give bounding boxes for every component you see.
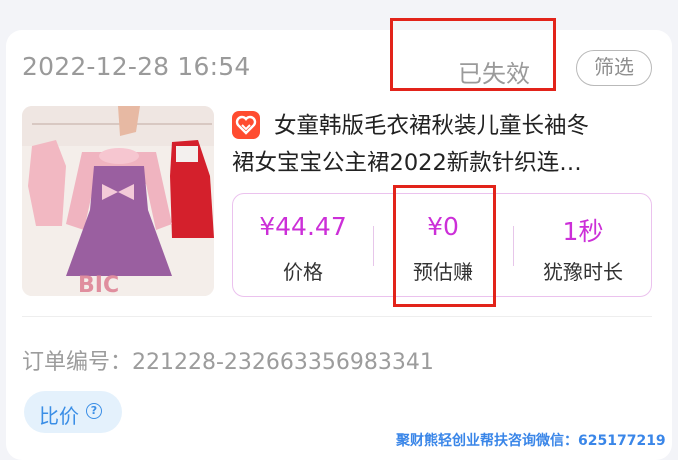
order-number: 订单编号：221228-232663356983341 (22, 350, 434, 375)
stat-hesitation-value: 1秒 (562, 217, 604, 246)
product-title-line-2: 裙女宝宝公主裙2022新款针织连… (232, 150, 582, 176)
filter-button[interactable]: 筛选 (576, 50, 652, 86)
compare-price-label: 比价 (39, 404, 79, 428)
svg-text:BIC: BIC (78, 273, 119, 296)
stat-price: ¥44.47 价格 (233, 194, 373, 298)
stat-price-value: ¥44.47 (259, 212, 347, 241)
stat-hesitation-time: 1秒 犹豫时长 (513, 194, 653, 298)
status-highlight-box (390, 18, 556, 91)
compare-price-button[interactable]: 比价 ? (24, 391, 122, 433)
product-title[interactable]: 女童韩版毛衣裙秋装儿童长袖冬 裙女宝宝公主裙2022新款针织连… (232, 108, 652, 182)
stat-price-label: 价格 (283, 260, 323, 284)
question-circle-icon[interactable]: ? (86, 403, 102, 419)
product-title-line-1: 女童韩版毛衣裙秋装儿童长袖冬 (274, 113, 590, 139)
product-thumbnail[interactable]: BIC (22, 106, 214, 296)
stat-hesitation-label: 犹豫时长 (543, 260, 623, 284)
earnings-highlight-box (393, 185, 496, 307)
order-date: 2022-12-28 16:54 (22, 52, 251, 81)
card-divider (22, 316, 652, 317)
watermark-text: 聚财熊轻创业帮扶咨询微信：625177219 (396, 433, 666, 449)
